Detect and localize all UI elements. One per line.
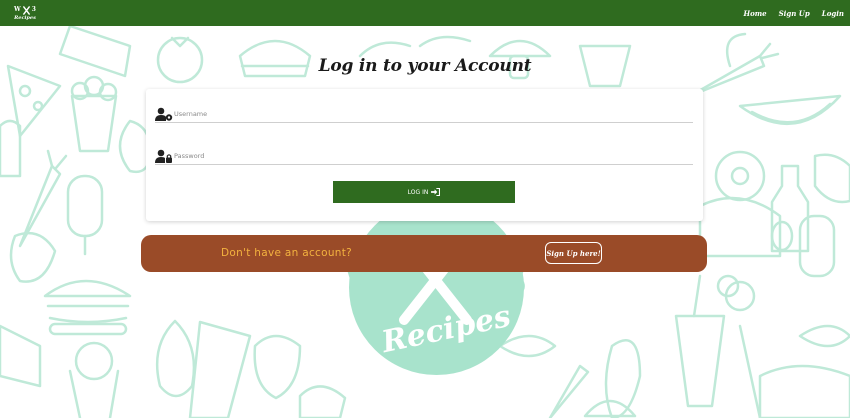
username-field	[155, 105, 693, 123]
signup-banner: Don't have an account? Sign Up here!	[141, 235, 707, 272]
nav-home-link[interactable]: Home	[743, 9, 766, 18]
nav-login-link[interactable]: Login	[822, 9, 844, 18]
brand-word: Recipes	[14, 14, 36, 21]
nav-signup-link[interactable]: Sign Up	[779, 9, 810, 18]
fork-knife-icon	[22, 5, 30, 15]
user-gear-icon	[155, 107, 173, 121]
password-field	[155, 147, 693, 165]
username-input[interactable]	[174, 106, 674, 121]
brand-mark-left: W	[14, 6, 21, 13]
page-title: Log in to your Account	[318, 56, 532, 76]
brand-logo[interactable]: W 3 Recipes	[12, 5, 38, 21]
brand-mark-right: 3	[31, 6, 36, 13]
password-input[interactable]	[174, 148, 674, 163]
navbar: W 3 Recipes Home Sign Up Login	[0, 0, 850, 26]
signup-here-button[interactable]: Sign Up here!	[545, 242, 602, 264]
login-button[interactable]: LOG IN	[333, 181, 515, 203]
user-lock-icon	[155, 149, 172, 163]
nav-links: Home Sign Up Login	[743, 9, 844, 18]
brand-mark: W 3	[14, 5, 36, 15]
sign-in-icon	[431, 188, 441, 196]
login-card: LOG IN	[146, 89, 703, 221]
signup-prompt-text: Don't have an account?	[221, 247, 353, 259]
login-button-label: LOG IN	[407, 188, 429, 196]
watermark-logo: W 3 Recipes	[343, 200, 528, 375]
